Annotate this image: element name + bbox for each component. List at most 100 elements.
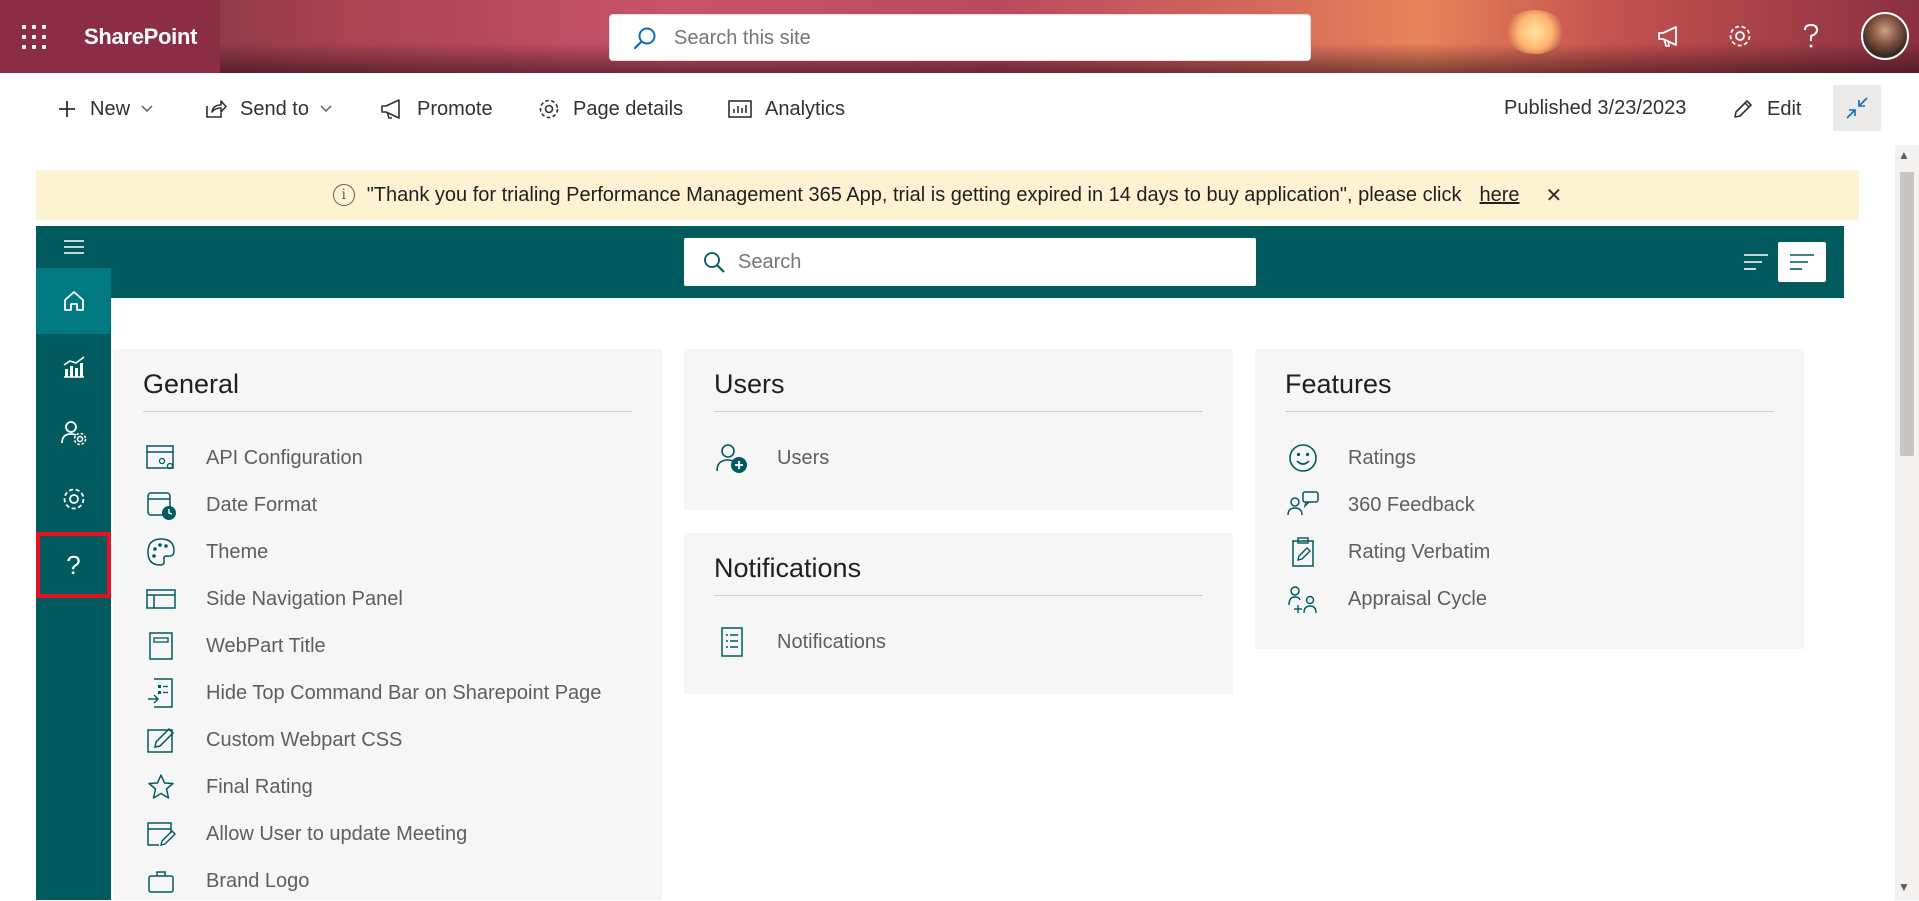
palette-icon: [143, 534, 179, 570]
home-icon[interactable]: [36, 268, 111, 334]
promote-button[interactable]: Promote: [379, 95, 493, 123]
smiley-icon: [1285, 440, 1321, 476]
item-label: Side Navigation Panel: [206, 587, 403, 610]
scrollbar-thumb[interactable]: [1900, 172, 1914, 456]
divider: [714, 595, 1203, 596]
command-bar-icon: [143, 675, 179, 711]
item-label: Users: [777, 446, 830, 469]
item-label: 360 Feedback: [1348, 493, 1475, 516]
gear-icon[interactable]: [36, 466, 111, 532]
clipboard-edit-icon: [1285, 534, 1321, 570]
document-list-icon: [714, 624, 750, 660]
plus-icon: [59, 101, 75, 117]
item-label: Hide Top Command Bar on Sharepoint Page: [206, 681, 602, 704]
gear-icon[interactable]: [1724, 20, 1756, 52]
edit-css-icon: [143, 722, 179, 758]
list-item[interactable]: Side Navigation Panel: [143, 579, 403, 619]
briefcase-icon: [143, 863, 179, 899]
suite-bar: SharePoint: [0, 0, 1919, 73]
webpart-title-icon: [143, 628, 179, 664]
avatar[interactable]: [1861, 12, 1909, 60]
page-details-label: Page details: [573, 97, 684, 120]
list-item[interactable]: 360 Feedback: [1285, 485, 1475, 525]
list-item[interactable]: Notifications: [714, 622, 886, 662]
list-item[interactable]: Users: [714, 438, 829, 478]
buy-link[interactable]: here: [1480, 184, 1520, 207]
close-icon[interactable]: ✕: [1546, 183, 1563, 208]
published-status: Published 3/23/2023: [1504, 97, 1687, 119]
menu-icon[interactable]: [36, 226, 111, 268]
item-label: API Configuration: [206, 446, 363, 469]
list-item[interactable]: Brand Logo: [143, 861, 309, 901]
header-background-sun: [1505, 10, 1565, 54]
send-to-label: Send to: [240, 97, 309, 120]
scroll-up-arrow[interactable]: ▲: [1898, 148, 1910, 162]
align-right-icon[interactable]: [1778, 242, 1826, 282]
help-icon[interactable]: [1795, 20, 1827, 52]
feedback-icon: [1285, 487, 1321, 523]
help-icon[interactable]: ?: [36, 532, 111, 598]
star-icon: [143, 769, 179, 805]
command-bar: New Send to Promote Page details Analyti…: [0, 73, 1919, 143]
analytics-icon: [728, 100, 752, 118]
item-label: Theme: [206, 540, 269, 563]
list-item[interactable]: Final Rating: [143, 767, 313, 807]
item-label: Ratings: [1348, 446, 1416, 469]
card-title: General: [143, 369, 240, 399]
item-label: Date Format: [206, 493, 318, 516]
pencil-icon: [1734, 100, 1752, 118]
collapse-button[interactable]: [1833, 85, 1881, 131]
list-item[interactable]: Rating Verbatim: [1285, 532, 1490, 572]
app-name[interactable]: SharePoint: [84, 24, 197, 50]
item-label: Brand Logo: [206, 869, 310, 892]
list-item[interactable]: Date Format: [143, 485, 317, 525]
analytics-icon[interactable]: [36, 334, 111, 400]
user-settings-icon[interactable]: [36, 400, 111, 466]
megaphone-icon: [381, 99, 400, 119]
list-item[interactable]: API Configuration: [143, 438, 363, 478]
app-search-input[interactable]: [738, 248, 1228, 276]
new-button[interactable]: New: [56, 95, 154, 123]
edit-button[interactable]: Edit: [1731, 95, 1801, 123]
app-search-box[interactable]: [684, 238, 1256, 286]
list-item[interactable]: Allow User to update Meeting: [143, 814, 467, 854]
app-left-nav: ?: [36, 226, 111, 900]
analytics-button[interactable]: Analytics: [727, 95, 845, 123]
site-search-box[interactable]: [609, 14, 1311, 61]
promote-label: Promote: [417, 97, 493, 120]
list-item[interactable]: Theme: [143, 532, 268, 572]
megaphone-icon[interactable]: [1654, 20, 1686, 52]
item-label: Final Rating: [206, 775, 313, 798]
card-title: Features: [1285, 369, 1392, 399]
search-icon: [632, 26, 658, 57]
info-icon: i: [332, 184, 355, 206]
send-to-button[interactable]: Send to: [204, 95, 333, 123]
chevron-down-icon: [141, 105, 153, 113]
align-left-icon[interactable]: [1742, 242, 1770, 282]
notifications-card: Notifications Notifications: [684, 533, 1233, 694]
collapse-icon: [1846, 97, 1868, 119]
features-card: Features Ratings 360 Feedback Rating Ver…: [1255, 349, 1804, 649]
edit-window-icon: [143, 816, 179, 852]
divider: [143, 411, 632, 412]
new-label: New: [90, 97, 131, 120]
general-card: General API Configuration Date Format Th…: [113, 349, 662, 900]
list-item[interactable]: Custom Webpart CSS: [143, 720, 402, 760]
page-details-button[interactable]: Page details: [537, 95, 683, 123]
item-label: WebPart Title: [206, 634, 326, 657]
item-label: Appraisal Cycle: [1348, 587, 1487, 610]
scroll-down-arrow[interactable]: ▼: [1898, 880, 1910, 894]
item-label: Notifications: [777, 630, 886, 653]
analytics-label: Analytics: [765, 97, 846, 120]
banner-message: "Thank you for trialing Performance Mana…: [366, 183, 1462, 206]
list-item[interactable]: Hide Top Command Bar on Sharepoint Page: [143, 673, 601, 713]
appraisal-icon: [1285, 581, 1321, 617]
site-search-input[interactable]: [674, 24, 1274, 52]
list-item[interactable]: WebPart Title: [143, 626, 326, 666]
side-panel-icon: [143, 581, 179, 617]
card-title: Users: [714, 369, 785, 399]
list-item[interactable]: Ratings: [1285, 438, 1416, 478]
list-item[interactable]: Appraisal Cycle: [1285, 579, 1487, 619]
add-user-icon: [714, 440, 750, 476]
waffle-icon[interactable]: [22, 25, 46, 49]
